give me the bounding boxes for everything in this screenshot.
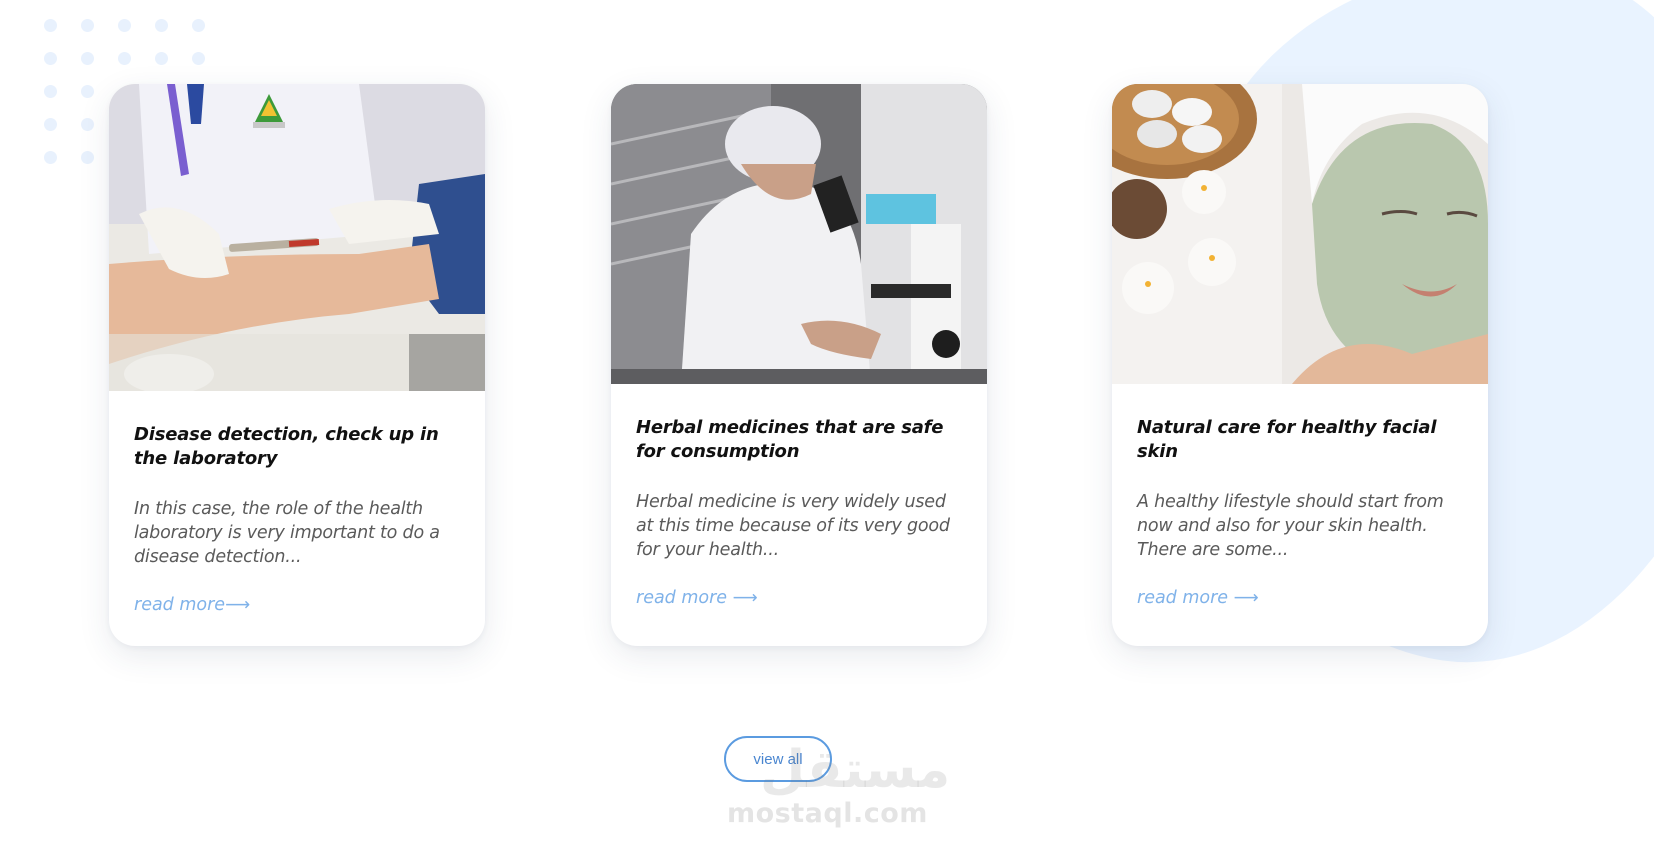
blog-card-herbal-medicines[interactable]: Herbal medicines that are safe for consu… bbox=[611, 84, 987, 646]
card-title: Herbal medicines that are safe for consu… bbox=[636, 417, 944, 462]
scientist-microscope-photo-icon bbox=[611, 84, 987, 384]
read-more-link[interactable]: read more⟶ bbox=[134, 595, 250, 615]
card-title: Natural care for healthy facial skin bbox=[1137, 417, 1437, 462]
blog-card-disease-detection[interactable]: Disease detection, check up in the labor… bbox=[109, 84, 485, 646]
read-more-link[interactable]: read more ⟶ bbox=[1137, 588, 1259, 608]
view-all-button[interactable]: view all bbox=[724, 736, 832, 782]
facial-mask-spa-photo-icon bbox=[1112, 84, 1488, 384]
read-more-link[interactable]: read more ⟶ bbox=[636, 588, 758, 608]
card-excerpt: In this case, the role of the health lab… bbox=[134, 499, 440, 567]
lab-blood-test-image bbox=[109, 84, 485, 391]
blog-card-facial-skin[interactable]: Natural care for healthy facial skin A h… bbox=[1112, 84, 1488, 646]
card-excerpt: A healthy lifestyle should start from no… bbox=[1137, 492, 1444, 560]
lab-blood-test-photo-icon bbox=[109, 84, 485, 391]
card-title: Disease detection, check up in the labor… bbox=[134, 424, 439, 469]
scientist-microscope-image bbox=[611, 84, 987, 384]
facial-mask-spa-image bbox=[1112, 84, 1488, 384]
card-excerpt: Herbal medicine is very widely used at t… bbox=[636, 492, 950, 560]
watermark-text: mostaql.com bbox=[727, 798, 928, 829]
